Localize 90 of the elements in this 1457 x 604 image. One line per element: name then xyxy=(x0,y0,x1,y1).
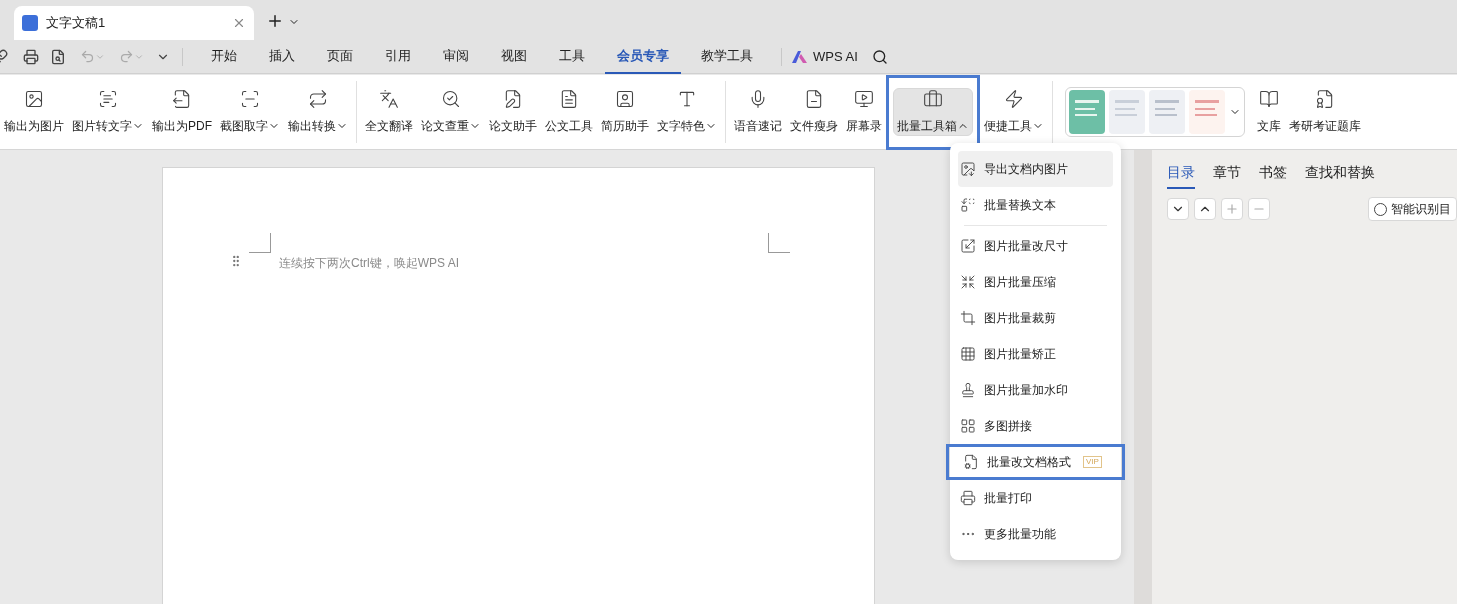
ai-hint-text: 连续按下两次Ctrl键，唤起WPS AI xyxy=(279,255,459,272)
document-tab[interactable]: 文字文稿1 xyxy=(14,6,254,40)
menu-tab[interactable]: 插入 xyxy=(257,39,307,74)
panel-tab[interactable]: 书签 xyxy=(1259,162,1287,189)
menu-item[interactable]: 图片批量改尺寸 xyxy=(958,228,1113,264)
panel-tab[interactable]: 章节 xyxy=(1213,162,1241,189)
printer-icon[interactable] xyxy=(23,48,39,65)
menu-item[interactable]: 批量改文档格式 VIP xyxy=(946,444,1125,480)
convert-icon xyxy=(308,89,328,109)
ribbon-button[interactable]: 文字特色 xyxy=(654,88,720,136)
ribbon-button[interactable]: 论文助手 xyxy=(486,88,540,136)
menu-tab[interactable]: 开始 xyxy=(199,39,249,74)
ribbon-button[interactable]: 截图取字 xyxy=(217,88,283,136)
tab-title: 文字文稿1 xyxy=(46,14,107,33)
ribbon-button[interactable]: 屏幕录 xyxy=(843,88,885,136)
menu-item[interactable]: 更多批量功能 xyxy=(958,516,1113,552)
margin-corner-mark xyxy=(249,233,271,253)
replace-icon xyxy=(960,197,976,213)
exam-file-icon xyxy=(1315,89,1335,109)
scan-text-icon xyxy=(98,89,118,109)
crop-icon xyxy=(960,310,976,326)
compress-icon xyxy=(960,274,976,290)
file-shrink-icon xyxy=(804,89,824,109)
margin-corner-mark xyxy=(768,233,790,253)
resize-icon xyxy=(960,238,976,254)
ribbon-button[interactable]: 输出转换 xyxy=(285,88,351,136)
ribbon-button[interactable]: 文件瘦身 xyxy=(787,88,841,136)
menu-item[interactable]: 导出文档内图片 xyxy=(958,151,1113,187)
collage-icon xyxy=(960,418,976,434)
file-pen-icon xyxy=(503,89,523,109)
book-icon xyxy=(1259,89,1279,109)
ribbon-button[interactable]: 输出为PDF xyxy=(149,88,215,136)
menu-tab[interactable]: 审阅 xyxy=(431,39,481,74)
menu-tab[interactable]: 会员专享 xyxy=(605,39,681,74)
image-icon xyxy=(24,89,44,109)
menu-tab[interactable]: 视图 xyxy=(489,39,539,74)
move-down-button[interactable] xyxy=(1167,198,1189,220)
printer-icon xyxy=(960,490,976,506)
panel-tab[interactable]: 目录 xyxy=(1167,162,1195,189)
ribbon-button[interactable]: 论文查重 xyxy=(418,88,484,136)
new-tab-icon[interactable] xyxy=(266,12,284,30)
file-format-icon xyxy=(963,454,979,470)
panel-tab[interactable]: 查找和替换 xyxy=(1305,162,1375,189)
menu-tab[interactable]: 引用 xyxy=(373,39,423,74)
lightning-icon xyxy=(1004,89,1024,109)
ribbon-button[interactable]: 语音速记 xyxy=(731,88,785,136)
ribbon-button[interactable]: 图片转文字 xyxy=(69,88,147,136)
watermark-icon xyxy=(960,382,976,398)
file-export-icon xyxy=(172,89,192,109)
menu-item[interactable]: 图片批量矫正 xyxy=(958,336,1113,372)
menu-tab[interactable]: 教学工具 xyxy=(689,39,765,74)
menu-item[interactable]: 多图拼接 xyxy=(958,408,1113,444)
translate-icon xyxy=(379,89,399,109)
ribbon-button[interactable]: 文库 xyxy=(1254,88,1284,136)
plus-icon xyxy=(1225,202,1239,216)
search-check-icon xyxy=(441,89,461,109)
redo-icon[interactable] xyxy=(119,49,134,64)
menu-item[interactable]: 图片批量裁剪 xyxy=(958,300,1113,336)
smart-recognize-button[interactable]: 智能识别目 xyxy=(1368,197,1457,221)
ribbon-button[interactable]: 输出为图片 xyxy=(1,88,67,136)
document-page[interactable]: 连续按下两次Ctrl键，唤起WPS AI xyxy=(162,167,875,604)
template-gallery[interactable] xyxy=(1065,87,1245,137)
menu-tab[interactable]: 工具 xyxy=(547,39,597,74)
ai-logo-icon xyxy=(792,50,808,63)
ribbon-button[interactable]: 便捷工具 xyxy=(981,88,1047,136)
menu-item[interactable]: 批量替换文本 xyxy=(958,187,1113,223)
ribbon-button[interactable]: 批量工具箱 xyxy=(893,88,973,136)
ribbon-button[interactable]: 公文工具 xyxy=(542,88,596,136)
close-icon[interactable] xyxy=(232,16,246,30)
ribbon-button[interactable]: 简历助手 xyxy=(598,88,652,136)
print-preview-icon[interactable] xyxy=(50,48,66,65)
menu-item[interactable]: 图片批量压缩 xyxy=(958,264,1113,300)
document-icon xyxy=(559,89,579,109)
grid-icon xyxy=(960,346,976,362)
move-up-button[interactable] xyxy=(1194,198,1216,220)
text-frame-icon xyxy=(677,89,697,109)
wps-ai-button[interactable]: WPS AI xyxy=(813,46,858,67)
scan-frame-icon xyxy=(240,89,260,109)
ribbon-button[interactable]: 全文翻译 xyxy=(362,88,416,136)
toolbox-icon xyxy=(923,89,943,109)
search-icon[interactable] xyxy=(871,48,888,65)
vip-badge: VIP xyxy=(1083,456,1102,468)
undo-icon[interactable] xyxy=(80,49,95,64)
user-card-icon xyxy=(615,89,635,109)
image-export-icon xyxy=(960,161,976,177)
menu-tab[interactable]: 页面 xyxy=(315,39,365,74)
menu-item[interactable]: 图片批量加水印 xyxy=(958,372,1113,408)
menu-item[interactable]: 批量打印 xyxy=(958,480,1113,516)
ribbon-button[interactable]: 考研考证题库 xyxy=(1286,88,1364,136)
screen-record-icon xyxy=(854,89,874,109)
